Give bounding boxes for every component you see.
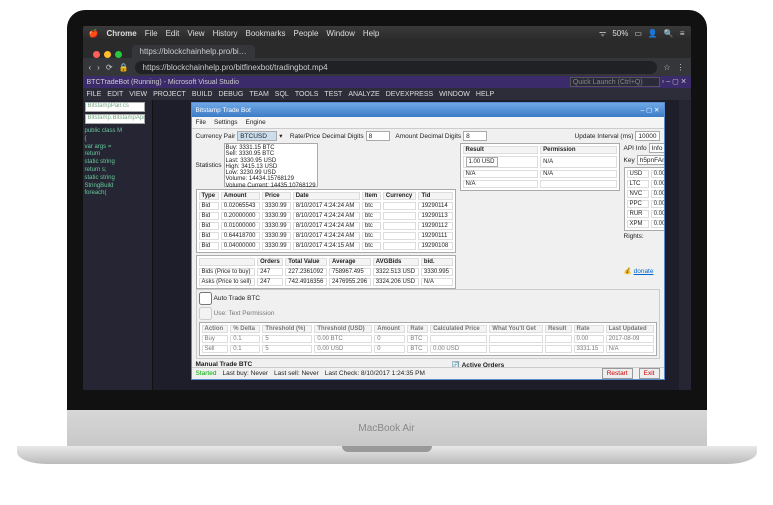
zoom-icon[interactable] [115,51,122,58]
rate-digits-input[interactable]: 8 [366,131,390,141]
bot-menu-settings[interactable]: Settings [214,119,238,126]
auto-trade-checkbox[interactable] [199,292,212,305]
vs-menu-debug[interactable]: DEBUG [218,91,243,98]
vs-menu-file[interactable]: FILE [87,91,102,98]
auto-trade-table: Action% DeltaThreshold (%)Threshold (USD… [199,322,657,356]
tradebot-window: Bitstamp Trade Bot – ▢ ✕ File Settings E… [191,102,665,380]
app-name[interactable]: Chrome [106,29,136,38]
status-last-check: Last Check: 8/10/2017 1:24:35 PM [325,370,425,377]
menu-window[interactable]: Window [326,29,354,38]
statistics-label: Statistics [196,162,222,169]
vs-menu-team[interactable]: TEAM [249,91,268,98]
table-row: Bid0.200000003330.998/10/2017 4:24:24 AM… [199,212,453,220]
orders-summary-table: OrdersTotal ValueAverageAVGBidsbid. Bids… [196,255,456,289]
status-last-buy: Last buy: Never [222,370,268,377]
battery-pct: 50% [612,29,628,38]
vs-menu-analyze[interactable]: ANALYZE [348,91,379,98]
menu-bookmarks[interactable]: Bookmarks [245,29,285,38]
nav-fwd-icon[interactable]: › [97,63,100,72]
vs-menu-edit[interactable]: EDIT [107,91,123,98]
quick-launch[interactable]: Quick Launch (Ctrl+Q) [570,77,660,87]
table-row: Bid0.020655433330.998/10/2017 4:24:24 AM… [199,202,453,210]
mac-menubar: 🍎 Chrome File Edit View History Bookmark… [83,26,691,40]
vs-title: BTCTradeBot (Running) - Microsoft Visual… [87,79,240,86]
wifi-icon[interactable]: ᯤ [599,28,606,39]
api-key-field[interactable]: h5pnFAmWkMcUycGBYYt3DDKFoFyn6eg [637,155,664,165]
chrome-window: https://blockchainhelp.pro/bi… ‹ › ⟳ 🔒 h… [83,40,691,390]
star-icon[interactable]: ☆ [663,63,670,72]
menu-people[interactable]: People [294,29,319,38]
user-icon[interactable]: 👤 [648,29,658,38]
vs-menu-tools[interactable]: TOOLS [295,91,319,98]
window-controls[interactable] [93,51,122,58]
browser-tab[interactable]: https://blockchainhelp.pro/bi… [132,45,255,58]
balances-table: USD0.000000BTC0.048255 LTC0.000000NMC0.0… [624,167,664,231]
bot-title: Bitstamp Trade Bot [196,107,251,114]
table-row: Bid0.644187003330.998/10/2017 4:24:24 AM… [199,232,453,240]
search-icon[interactable]: 🔍 [664,29,674,38]
menu-edit[interactable]: Edit [166,29,180,38]
menu-help[interactable]: Help [363,29,379,38]
table-row: Bid0.040000003330.998/10/2017 4:24:15 AM… [199,242,453,250]
kebab-icon[interactable]: ⋮ [677,63,685,72]
vs-menu-project[interactable]: PROJECT [153,91,186,98]
bot-menu-file[interactable]: File [196,119,206,126]
vs-menu-build[interactable]: BUILD [192,91,213,98]
donate-icon[interactable]: 💰 [624,267,632,275]
amount-digits-input[interactable]: 8 [463,131,487,141]
close-icon[interactable] [93,51,100,58]
statistics-box: Buy: 3331.15 BTC Sell: 3330.95 BTC Last:… [224,143,318,187]
restart-button[interactable]: Restart [602,368,633,379]
auto-trade-panel: Auto Trade BTC Use: Text Permission Acti… [196,289,660,359]
vs-menu-window[interactable]: WINDOW [439,91,470,98]
update-interval-input[interactable]: 10000 [635,131,659,141]
status-started: Started [196,370,217,377]
exit-button[interactable]: Exit [639,368,660,379]
bot-menu-engine[interactable]: Engine [245,119,265,126]
reload-icon[interactable]: ⟳ [106,63,113,72]
apple-icon[interactable]: 🍎 [89,29,99,38]
vs-menu-sql[interactable]: SQL [275,91,289,98]
window-buttons[interactable]: – ▢ ✕ [641,106,660,114]
visual-studio-window: BTCTradeBot (Running) - Microsoft Visual… [83,76,691,390]
menu-view[interactable]: View [187,29,204,38]
menu-icon[interactable]: ≡ [680,29,685,38]
result-table: ResultPermission 1.00 USDN/A N/AN/A N/A [460,143,620,191]
vs-menu-help[interactable]: HELP [476,91,494,98]
battery-icon: ▭ [634,29,642,38]
status-last-sell: Last sell: Never [274,370,319,377]
currency-pair-select[interactable]: BTCUSD [237,131,277,141]
table-row: Bid0.010000003330.998/10/2017 4:24:24 AM… [199,222,453,230]
vs-solution-panel[interactable]: BitstampPair.cs Bitstamp.BitstampApi pub… [83,100,153,390]
donate-link[interactable]: donate [634,268,654,275]
vs-class-tab[interactable]: Bitstamp.BitstampApi [85,114,145,124]
minimize-icon[interactable] [104,51,111,58]
lock-icon: 🔒 [119,63,129,72]
ticker-table[interactable]: TypeAmountPriceDateItemCurrencyTid Bid0.… [196,189,456,253]
currency-pair-label: Currency Pair [196,133,236,140]
api-info-field: Info loaded [649,143,664,153]
vs-menubar: FILE EDIT VIEW PROJECT BUILD DEBUG TEAM … [83,88,691,100]
vs-file-tab[interactable]: BitstampPair.cs [85,102,145,112]
vs-menu-view[interactable]: VIEW [129,91,147,98]
vs-menu-test[interactable]: TEST [324,91,342,98]
perm-checkbox [199,307,212,320]
menu-history[interactable]: History [213,29,238,38]
vs-menu-devexpress[interactable]: DEVEXPRESS [386,91,433,98]
menu-file[interactable]: File [145,29,158,38]
nav-back-icon[interactable]: ‹ [89,63,92,72]
address-bar[interactable]: https://blockchainhelp.pro/bitfinexbot/t… [135,61,658,74]
macbook-label: MacBook Air [67,410,707,446]
